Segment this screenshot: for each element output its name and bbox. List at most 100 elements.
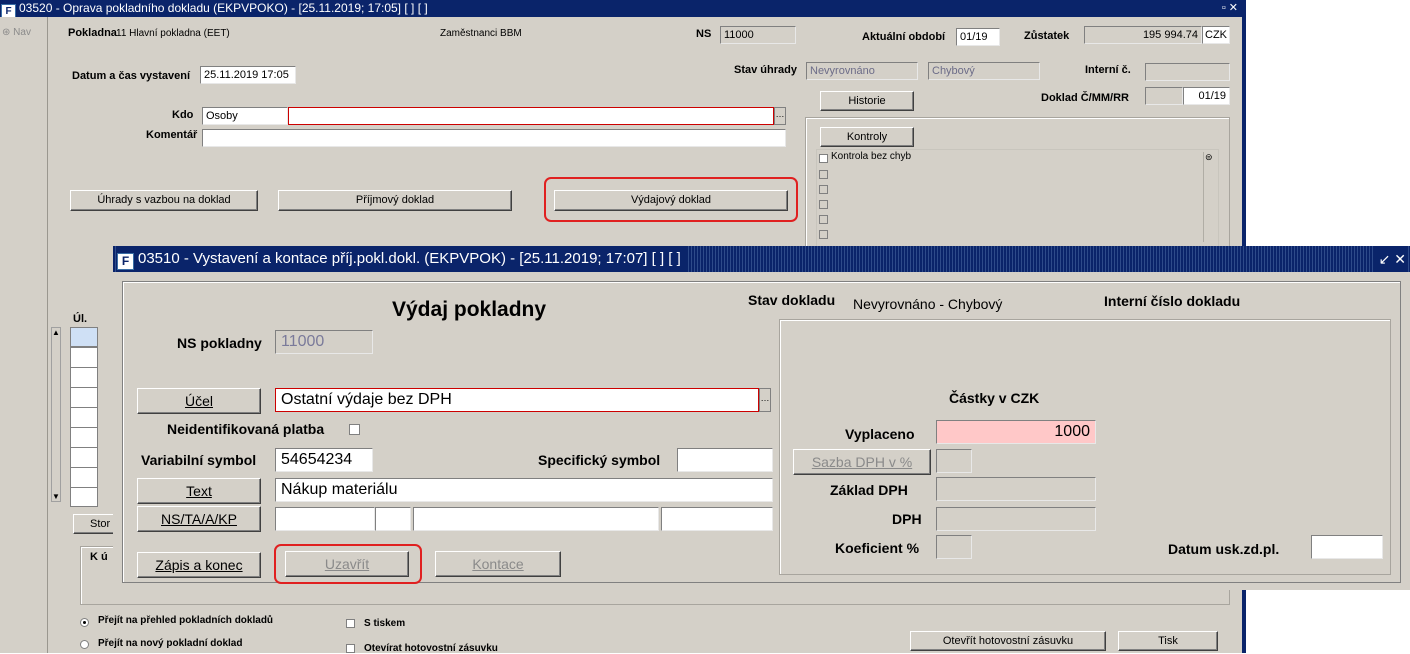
- aktualni-obdobi-field[interactable]: 01/19: [956, 28, 1000, 46]
- otevrit-zasuvku-button[interactable]: Otevřít hotovostní zásuvku: [910, 631, 1106, 651]
- vyplaceno-label: Vyplaceno: [845, 426, 915, 442]
- interni-cislo-label: Interní číslo dokladu: [1104, 293, 1241, 309]
- komentar-label: Komentář: [146, 129, 198, 141]
- check-tisk[interactable]: [346, 619, 355, 628]
- datum-usk-label: Datum usk.zd.pl.: [1168, 541, 1280, 557]
- kdo-lookup-button[interactable]: …: [774, 107, 786, 125]
- variabilni-field[interactable]: 54654234: [275, 448, 373, 472]
- specificky-label: Specifický symbol: [538, 452, 661, 468]
- dialog-window: F 03510 - Vystavení a kontace příj.pokl.d…: [113, 246, 1410, 590]
- grid[interactable]: [70, 327, 115, 507]
- castky-label: Částky v CZK: [949, 390, 1040, 406]
- ns-pokladny-field[interactable]: 11000: [275, 330, 373, 354]
- datum-field[interactable]: 25.11.2019 17:05: [200, 66, 296, 84]
- stav-uhrady-field-1[interactable]: Nevyrovnáno: [806, 62, 918, 80]
- doklad-field-2[interactable]: 01/19: [1183, 87, 1230, 105]
- kontroly-scrollbar[interactable]: ⊜: [1203, 152, 1216, 242]
- grid-scroll-down-icon[interactable]: ▼: [52, 492, 60, 501]
- dialog-window-controls[interactable]: ↙ ✕: [1374, 246, 1406, 272]
- ns-pokladny-label: NS pokladny: [177, 335, 262, 351]
- ns-field[interactable]: 11000: [720, 26, 796, 44]
- zapis-button-label: Zápis a konec: [155, 557, 243, 573]
- kontace-button[interactable]: Kontace: [435, 551, 561, 577]
- dialog-app-icon: F: [117, 253, 134, 270]
- specificky-field[interactable]: [677, 448, 773, 472]
- doklad-label: Doklad Č/MM/RR: [1041, 92, 1129, 104]
- check-zasuvka-label: Otevírat hotovostní zásuvku: [364, 643, 498, 654]
- stav-uhrady-label: Stav úhrady: [734, 64, 797, 76]
- sazba-dph-button[interactable]: Sazba DPH v %: [793, 449, 931, 475]
- dialog-title: 03510 - Vystavení a kontace příj.pokl.do…: [138, 250, 681, 267]
- radio-novy[interactable]: [80, 640, 89, 649]
- ns-field[interactable]: [275, 507, 375, 531]
- dialog-heading: Výdaj pokladny: [392, 298, 547, 321]
- kontrola-item: Kontrola bez chyb: [831, 151, 912, 162]
- ucel-lookup-button[interactable]: …: [759, 388, 771, 412]
- currency-field[interactable]: CZK: [1202, 26, 1230, 44]
- nav-panel[interactable]: ⊛ Nav: [0, 17, 48, 653]
- back-window-controls[interactable]: ▫ ✕: [1222, 0, 1238, 17]
- prijmovy-doklad-button[interactable]: Příjmový doklad: [278, 190, 512, 211]
- back-window-title: 03520 - Oprava pokladního dokladu (EKPVP…: [19, 1, 428, 15]
- ucel-field[interactable]: Ostatní výdaje bez DPH: [275, 388, 759, 412]
- tisk-button[interactable]: Tisk: [1118, 631, 1218, 651]
- a-field[interactable]: [413, 507, 659, 531]
- kontrola-checkbox-empty: [819, 230, 828, 239]
- zaklad-dph-label: Základ DPH: [830, 482, 908, 498]
- highlight-uzavrit: [274, 544, 422, 584]
- radio-prehled[interactable]: [80, 618, 89, 627]
- radio-prehled-label: Přejít na přehled pokladních dokladů: [98, 615, 274, 626]
- kontroly-button[interactable]: Kontroly: [820, 127, 914, 147]
- neidentifikovana-label: Neidentifikovaná platba: [167, 421, 325, 437]
- zustatek-field[interactable]: 195 994.74: [1084, 26, 1202, 44]
- grid-cell-selected[interactable]: [70, 327, 98, 347]
- storno-button[interactable]: Stor: [73, 514, 115, 534]
- historie-button[interactable]: Historie: [820, 91, 914, 111]
- zustatek-label: Zůstatek: [1024, 30, 1070, 42]
- grid-scroll-up-icon[interactable]: ▲: [52, 328, 60, 337]
- doklad-field-1[interactable]: [1145, 87, 1183, 105]
- sazba-dph-field[interactable]: [936, 449, 972, 473]
- zaklad-dph-field[interactable]: [936, 477, 1096, 501]
- ta-field[interactable]: [375, 507, 411, 531]
- koeficient-field[interactable]: [936, 535, 972, 559]
- kontrola-checkbox[interactable]: [819, 154, 828, 163]
- pokladna-label: Pokladna: [68, 27, 117, 39]
- datum-usk-field[interactable]: [1311, 535, 1383, 559]
- check-zasuvka[interactable]: [346, 644, 355, 653]
- koeficient-label: Koeficient %: [835, 540, 920, 556]
- grid-scrollbar[interactable]: ▲ ▼: [51, 327, 61, 502]
- vyplaceno-field[interactable]: 1000: [936, 420, 1096, 444]
- interni-c-field[interactable]: [1145, 63, 1230, 81]
- neidentifikovana-checkbox[interactable]: [349, 424, 360, 435]
- pokladna-value: 11 Hlavní pokladna (EET): [116, 28, 230, 39]
- nav-icon: ⊛: [2, 27, 11, 38]
- komentar-field[interactable]: [202, 129, 786, 147]
- datum-label: Datum a čas vystavení: [72, 70, 191, 82]
- kontrola-checkbox-empty: [819, 170, 828, 179]
- kp-field[interactable]: [661, 507, 773, 531]
- highlight-vydajovy: [544, 177, 798, 222]
- kdo-field[interactable]: [288, 107, 774, 125]
- interni-c-label: Interní č.: [1085, 64, 1131, 76]
- zamestnanci-label: Zaměstnanci BBM: [440, 28, 522, 39]
- kdo-type-field[interactable]: Osoby: [202, 107, 288, 125]
- grid-cells[interactable]: [70, 347, 98, 507]
- ucel-button[interactable]: Účel: [137, 388, 261, 414]
- text-field[interactable]: Nákup materiálu: [275, 478, 773, 502]
- stav-uhrady-field-2[interactable]: Chybový: [928, 62, 1040, 80]
- dph-field[interactable]: [936, 507, 1096, 531]
- stav-dokladu-label: Stav dokladu: [748, 292, 836, 308]
- kontroly-list[interactable]: Kontrola bez chyb ⊜: [816, 149, 1219, 247]
- dialog-titlebar[interactable]: F 03510 - Vystavení a kontace příj.pokl.d…: [113, 246, 1410, 272]
- kontrola-checkbox-empty: [819, 200, 828, 209]
- uhrady-button[interactable]: Úhrady s vazbou na doklad: [70, 190, 258, 211]
- ns-ta-button[interactable]: NS/TA/A/KP: [137, 506, 261, 532]
- sazba-dph-label: Sazba DPH v %: [811, 454, 913, 470]
- aktualni-obdobi-label: Aktuální období: [862, 31, 946, 43]
- k-group-label: K ú: [88, 551, 110, 563]
- kontrola-checkbox-empty: [819, 185, 828, 194]
- text-button[interactable]: Text: [137, 478, 261, 504]
- zapis-a-konec-button[interactable]: Zápis a konec: [137, 552, 261, 578]
- scroll-up-icon[interactable]: ⊜: [1205, 152, 1213, 163]
